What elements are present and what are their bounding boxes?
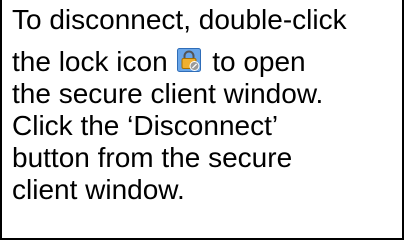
instruction-text: To disconnect, double-click the lock ico… [12,4,392,206]
instruction-line-3: the secure client window. [12,78,324,109]
instruction-line-5: button from the secure [12,142,293,173]
instruction-line-6: client window. [12,174,185,205]
instruction-cell: To disconnect, double-click the lock ico… [0,0,404,240]
instruction-line-1: To disconnect, double-click [12,4,347,35]
instruction-line-4: Click the ‘Disconnect’ [12,110,279,141]
instruction-line-2-start: the lock icon [12,46,168,77]
lock-icon [177,47,202,72]
instruction-line-2-end: to open [212,46,306,77]
instruction-line-2: the lock icon to open [12,46,392,78]
